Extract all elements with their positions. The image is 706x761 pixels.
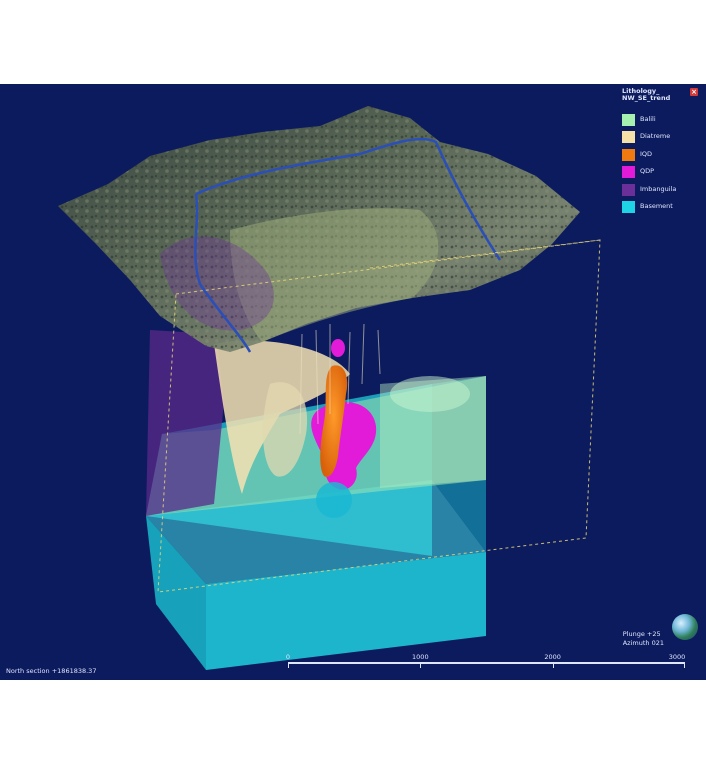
legend-title-line2: NW_SE_trend (622, 94, 671, 103)
3d-viewport[interactable]: Lithology_ NW_SE_trend × Balili Diatreme… (0, 84, 706, 680)
legend-swatch-iqd (622, 148, 635, 161)
orientation-readout: Plunge +25 Azimuth 021 (623, 630, 664, 648)
scale-tick (288, 662, 289, 668)
scale-tick (552, 662, 554, 668)
globe-icon[interactable] (672, 614, 698, 640)
scale-tick (684, 662, 685, 668)
terrain-surface (58, 106, 580, 352)
legend-label-imbanguila: Imbanguila (640, 184, 677, 193)
scale-bar: 0 1000 2000 3000 (285, 653, 686, 672)
scale-label-2000: 2000 (544, 653, 561, 661)
scale-label-1000: 1000 (412, 653, 429, 661)
legend-label-diatreme: Diatreme (640, 132, 671, 141)
scale-label-0: 0 (285, 653, 291, 661)
legend-label-balili: Balili (640, 114, 656, 123)
geology-3d-model[interactable] (0, 84, 706, 680)
close-icon[interactable]: × (690, 88, 698, 96)
azimuth-text: Azimuth 021 (622, 639, 664, 647)
lithology-legend: Lithology_ NW_SE_trend × Balili Diatreme… (622, 87, 698, 216)
legend-item-qdp[interactable]: QDP (622, 163, 698, 181)
legend-item-diatreme[interactable]: Diatreme (622, 128, 698, 146)
legend-swatch-imbanguila (622, 183, 635, 196)
basement-sphere (316, 482, 352, 518)
legend-swatch-diatreme (622, 131, 635, 144)
legend-label-qdp: QDP (640, 167, 655, 176)
legend-item-basement[interactable]: Basement (622, 198, 698, 216)
scale-tick (420, 662, 422, 668)
legend-item-imbanguila[interactable]: Imbanguila (622, 181, 698, 199)
legend-title: Lithology_ NW_SE_trend × (622, 87, 698, 103)
legend-item-iqd[interactable]: IQD (622, 146, 698, 164)
legend-label-iqd: IQD (640, 149, 653, 158)
scale-bar-line (288, 662, 685, 664)
plunge-text: Plunge +25 (622, 630, 661, 638)
legend-item-balili[interactable]: Balili (622, 111, 698, 129)
legend-label-basement: Basement (640, 202, 673, 211)
legend-swatch-basement (622, 201, 635, 214)
legend-swatch-qdp (622, 166, 635, 179)
legend-swatch-balili (622, 113, 635, 126)
north-section-label: North section +1861838.37 (6, 667, 97, 675)
scale-label-3000: 3000 (668, 653, 686, 661)
